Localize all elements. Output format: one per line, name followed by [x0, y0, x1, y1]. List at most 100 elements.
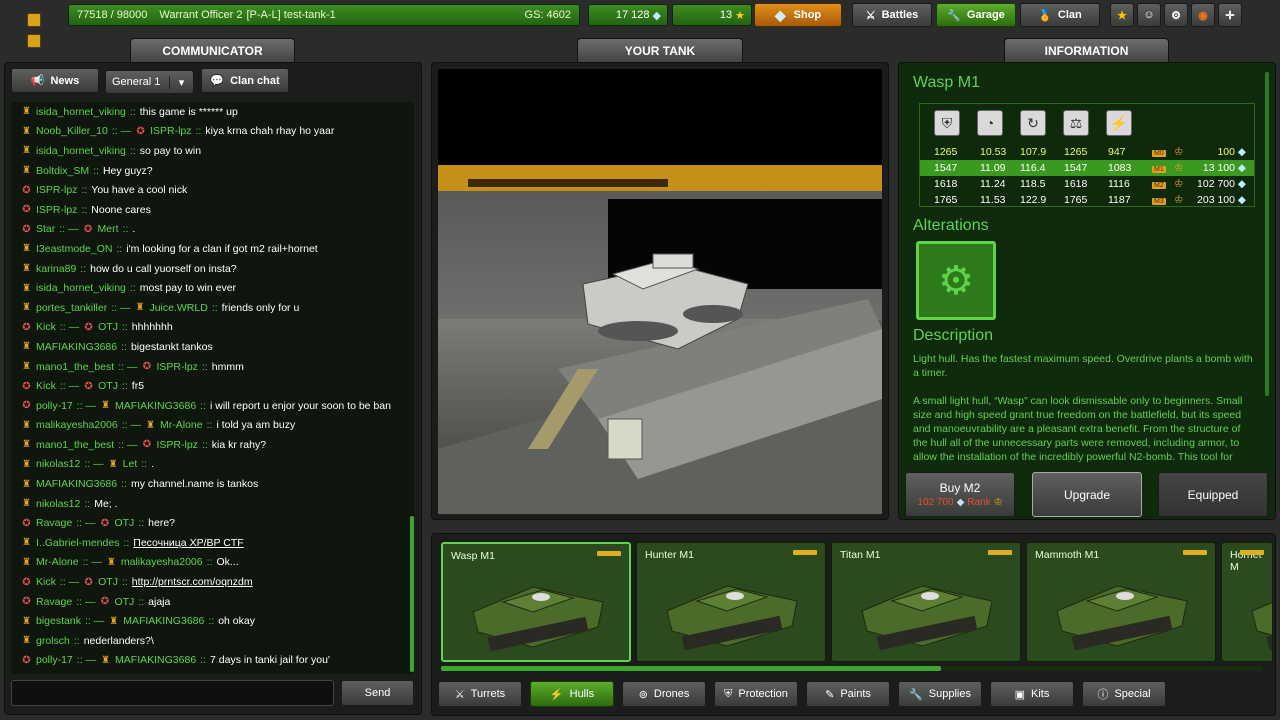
chat-sender[interactable]: isida_hornet_viking: [36, 106, 126, 118]
chat-recipient[interactable]: OTJ: [98, 321, 118, 333]
chat-recipient[interactable]: ISPR-lpz: [150, 125, 191, 137]
news-button[interactable]: 📢 News: [11, 68, 99, 93]
category-hulls[interactable]: ⚡ Hulls: [530, 681, 614, 707]
chat-sender[interactable]: nikolas12: [36, 458, 80, 470]
garage-button[interactable]: 🔧 Garage: [936, 3, 1016, 27]
chat-sender[interactable]: malikayesha2006: [36, 419, 118, 431]
chat-text[interactable]: http://prntscr.com/oqnzdm: [132, 576, 253, 588]
stat-value: 118.5: [1020, 178, 1046, 190]
clan-chat-button[interactable]: 💬 Clan chat: [201, 68, 289, 93]
stats-row[interactable]: 1265 10.53 107.9 1265 947 M0 ♔ 100 ◆: [926, 144, 1248, 160]
chat-sender[interactable]: I3eastmode_ON: [36, 243, 112, 255]
garage-item-card[interactable]: Wasp M1: [441, 542, 631, 662]
description-long: A small light hull, “Wasp” can look dism…: [913, 395, 1243, 463]
notification-icon[interactable]: [27, 13, 41, 27]
description-scrollbar[interactable]: [1265, 72, 1269, 396]
rank-icon: ♔: [1174, 146, 1184, 158]
garage-item-card[interactable]: Titan M1: [831, 542, 1021, 662]
garage-scroll-track[interactable]: [441, 666, 1263, 671]
chat-scrollbar[interactable]: [410, 516, 414, 672]
rank-icon: ♔: [1174, 178, 1184, 190]
chat-sender[interactable]: portes_tankiller: [36, 302, 107, 314]
chat-recipient[interactable]: MAFIAKING3686: [123, 615, 204, 627]
chat-sender[interactable]: karina89: [36, 263, 76, 275]
chat-recipient[interactable]: Mert: [98, 223, 119, 235]
chat-sender[interactable]: polly-17: [36, 654, 73, 666]
tank-preview-viewport[interactable]: [438, 69, 882, 514]
fullscreen-button[interactable]: ✛: [1218, 3, 1242, 27]
drone-icon: ⊚: [638, 688, 648, 701]
chat-sender[interactable]: Kick: [36, 380, 56, 392]
stats-row[interactable]: 1618 11.24 118.5 1618 1116 M2 ♔ 102 700 ◆: [926, 176, 1248, 192]
garage-item-card[interactable]: Hunter M1: [636, 542, 826, 662]
chat-sender[interactable]: I..Gabriel-mendes: [36, 537, 119, 549]
buy-button[interactable]: Buy M2 102 700 ◆ Rank ♔: [905, 472, 1015, 517]
equipped-button[interactable]: Equipped: [1158, 472, 1268, 517]
rank-chevron-icon: ♜: [22, 263, 31, 275]
upgrade-button[interactable]: Upgrade: [1032, 472, 1142, 517]
chat-sender[interactable]: ISPR-lpz: [36, 184, 77, 196]
category-kits[interactable]: ▣ Kits: [990, 681, 1074, 707]
chat-sender[interactable]: ISPR-lpz: [36, 204, 77, 216]
chat-sender[interactable]: Kick: [36, 321, 56, 333]
garage-scroll-thumb[interactable]: [441, 666, 941, 671]
chat-sender[interactable]: Kick: [36, 576, 56, 588]
chat-sender[interactable]: isida_hornet_viking: [36, 282, 126, 294]
chat-sep: ::: [206, 556, 213, 569]
garage-item-card[interactable]: Hornet M: [1221, 542, 1273, 662]
chat-text[interactable]: Песочница XP/BP CTF: [133, 537, 243, 549]
chat-messages[interactable]: ♜ isida_hornet_viking:: this game is *****…: [11, 102, 414, 674]
battles-button[interactable]: ⚔ Battles: [852, 3, 932, 27]
chat-sender[interactable]: MAFIAKING3686: [36, 341, 117, 353]
category-label: Kits: [1031, 688, 1050, 700]
chat-sender[interactable]: grolsch: [36, 635, 70, 647]
chat-sender[interactable]: Boltdix_SM: [36, 165, 89, 177]
chat-sender[interactable]: Ravage: [36, 517, 72, 529]
garage-item-card[interactable]: Mammoth M1: [1026, 542, 1216, 662]
chat-recipient[interactable]: ISPR-lpz: [157, 361, 198, 373]
category-supplies[interactable]: 🔧 Supplies: [898, 681, 982, 707]
channel-select[interactable]: General 1 ▾: [105, 70, 194, 94]
chat-recipient[interactable]: OTJ: [98, 576, 118, 588]
star-icon: ★: [1117, 9, 1127, 22]
chat-sender[interactable]: isida_hornet_viking: [36, 145, 126, 157]
mail-icon[interactable]: [27, 34, 41, 48]
chat-recipient[interactable]: malikayesha2006: [121, 556, 203, 568]
category-paints[interactable]: ✎ Paints: [806, 681, 890, 707]
fullscreen-icon: ✛: [1225, 9, 1235, 22]
chat-sender[interactable]: MAFIAKING3686: [36, 478, 117, 490]
chat-recipient[interactable]: Juice.WRLD: [149, 302, 207, 314]
settings-button[interactable]: ⚙: [1164, 3, 1188, 27]
stats-row[interactable]: 1547 11.09 116.4 1547 1083 M1 ♔ 13 100 ◆: [920, 160, 1254, 176]
chat-sender[interactable]: mano1_the_best: [36, 361, 114, 373]
chat-sender[interactable]: Ravage: [36, 596, 72, 608]
chat-sender[interactable]: Star: [36, 223, 55, 235]
category-protection[interactable]: ⛨ Protection: [714, 681, 798, 707]
star-button[interactable]: ★: [1110, 3, 1134, 27]
chat-sender[interactable]: polly-17: [36, 400, 73, 412]
chat-recipient[interactable]: Mr-Alone: [160, 419, 203, 431]
chat-recipient[interactable]: OTJ: [114, 517, 134, 529]
chat-sender[interactable]: mano1_the_best: [36, 439, 114, 451]
sound-button[interactable]: ◉: [1191, 3, 1215, 27]
category-special[interactable]: ⓘ Special: [1082, 681, 1166, 707]
stats-row[interactable]: 1765 11.53 122.9 1765 1187 M3 ♔ 203 100 ◆: [926, 192, 1248, 208]
category-turrets[interactable]: ⚔ Turrets: [438, 681, 522, 707]
chat-input[interactable]: [11, 680, 334, 706]
friends-button[interactable]: ☺: [1137, 3, 1161, 27]
chat-recipient[interactable]: OTJ: [98, 380, 118, 392]
chat-recipient[interactable]: Let: [123, 458, 138, 470]
chat-sender[interactable]: bigestank: [36, 615, 81, 627]
chat-sender[interactable]: nikolas12: [36, 498, 80, 510]
chat-recipient[interactable]: MAFIAKING3686: [115, 654, 196, 666]
alteration-slot[interactable]: ⚙: [916, 241, 996, 320]
chat-sender[interactable]: Mr-Alone: [36, 556, 79, 568]
send-button[interactable]: Send: [341, 680, 414, 706]
chat-sender[interactable]: Noob_Killer_10: [36, 125, 108, 137]
category-drones[interactable]: ⊚ Drones: [622, 681, 706, 707]
chat-recipient[interactable]: OTJ: [114, 596, 134, 608]
shop-button[interactable]: ◆ Shop: [754, 3, 842, 27]
chat-recipient[interactable]: ISPR-lpz: [157, 439, 198, 451]
clan-button[interactable]: 🏅 Clan: [1020, 3, 1100, 27]
chat-recipient[interactable]: MAFIAKING3686: [115, 400, 196, 412]
